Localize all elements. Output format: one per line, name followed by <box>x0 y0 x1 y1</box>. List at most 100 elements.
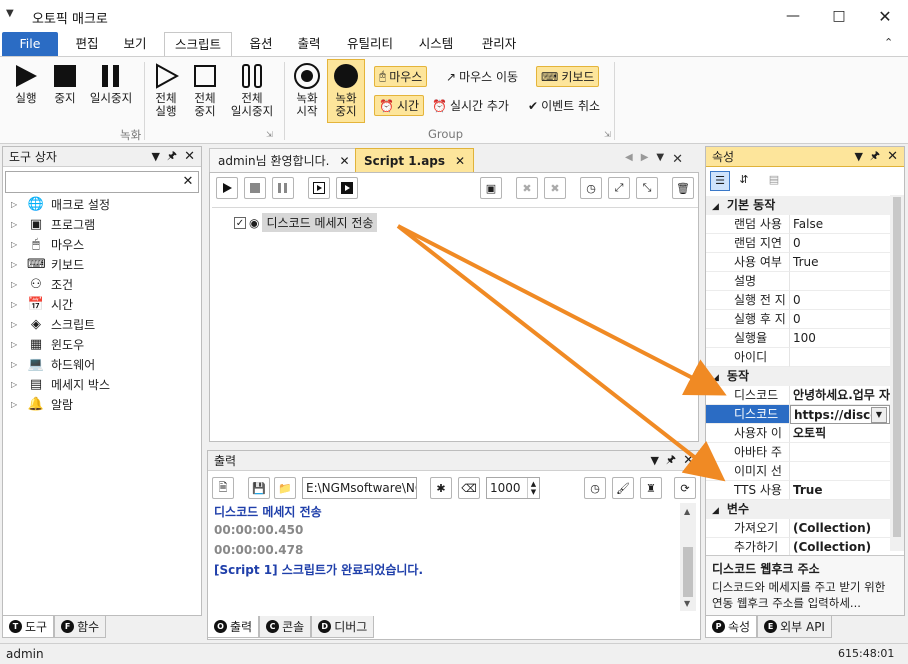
property-row[interactable]: 아바타 주 <box>706 443 890 462</box>
value-dropdown-icon[interactable]: ▼ <box>871 407 887 423</box>
event-cancel-toggle[interactable]: ✔ 이벤트 취소 <box>524 95 604 116</box>
record-stop-button[interactable]: 녹화 중지 <box>327 59 365 123</box>
menu-script[interactable]: 스크립트 <box>164 32 232 57</box>
stop-all-button[interactable]: 전체 중지 <box>188 60 222 118</box>
pause-script-button[interactable] <box>272 177 294 199</box>
close-icon[interactable]: ✕ <box>683 453 694 468</box>
brush-button[interactable]: 🖌 <box>612 477 634 499</box>
collapse-button[interactable]: ⤡ <box>636 177 658 199</box>
clear-search-icon[interactable]: ✕ <box>178 172 198 192</box>
close-icon[interactable]: ✕ <box>672 152 683 167</box>
step-over-button[interactable] <box>336 177 358 199</box>
property-row[interactable]: 실행 전 지0 <box>706 291 890 310</box>
property-row[interactable]: 가져오기 (Collection) <box>706 519 890 538</box>
scroll-left-icon[interactable]: ◀ <box>625 152 633 167</box>
pause-button[interactable]: 일시중지 <box>86 60 136 105</box>
property-row[interactable]: 사용자 이 오토픽 <box>706 424 890 443</box>
trash-button[interactable]: 🗑 <box>672 177 694 199</box>
scroll-thumb[interactable] <box>683 547 693 597</box>
refresh-button[interactable]: ⟳ <box>674 477 696 499</box>
pause-all-button[interactable]: 전체 일시중지 <box>226 60 278 118</box>
step-button[interactable] <box>308 177 330 199</box>
line-count-stepper[interactable]: 1000 ▲ ▼ <box>486 477 540 499</box>
expand-button[interactable]: ⤢ <box>608 177 630 199</box>
minimize-button[interactable]: — <box>770 0 816 32</box>
save-log-button[interactable]: 💾 <box>248 477 270 499</box>
properties-scrollbar[interactable] <box>890 195 904 551</box>
tree-item-hardware[interactable]: ▷ 💻 하드웨어 <box>11 354 95 374</box>
close-window-button[interactable]: ✕ <box>862 0 908 32</box>
tree-item-keyboard[interactable]: ▷ ⌨ 키보드 <box>11 254 84 274</box>
group-launcher-icon[interactable]: ⇲ <box>266 130 273 139</box>
clean-button[interactable]: ✱ <box>430 477 452 499</box>
fill-button[interactable]: ♜ <box>640 477 662 499</box>
property-row[interactable]: 아이디 <box>706 348 890 367</box>
tab-welcome[interactable]: admin님 환영합니다. ✕ <box>209 148 359 172</box>
property-row[interactable]: TTS 사용 True <box>706 481 890 500</box>
output-scrollbar[interactable]: ▲ ▼ <box>680 503 696 611</box>
clock-button[interactable]: ◷ <box>584 477 606 499</box>
tab-console[interactable]: C 콘솔 <box>259 616 312 638</box>
property-row[interactable]: 디스코드 안녕하세요.업무 자 <box>706 386 890 405</box>
property-row-selected[interactable]: 디스코드 https://discor <box>706 405 890 424</box>
tree-item-script[interactable]: ▷ ◈ 스크립트 <box>11 314 95 334</box>
property-pages-button[interactable]: ▤ <box>764 171 784 191</box>
menu-admin[interactable]: 관리자 <box>472 32 526 56</box>
categorized-view-button[interactable]: ☰ <box>710 171 730 191</box>
tab-external-api[interactable]: E 외부 API <box>757 616 832 638</box>
dropdown-icon[interactable]: ▼ <box>151 150 159 163</box>
property-row[interactable]: 사용 여부 True <box>706 253 890 272</box>
tab-script[interactable]: Script 1.aps ✕ <box>355 148 475 172</box>
close-icon[interactable]: ✕ <box>887 149 898 164</box>
mouse-record-toggle[interactable]: 🖰 마우스 <box>374 66 428 87</box>
delete-disabled-button[interactable]: ✖ <box>516 177 538 199</box>
mouse-move-toggle[interactable]: ↗ 마우스 이동 <box>442 66 522 87</box>
pin-icon[interactable]: 🖈 <box>870 147 880 166</box>
tree-item-window[interactable]: ▷ ▦ 윈도우 <box>11 334 84 354</box>
realtime-add-toggle[interactable]: ⏰ 실시간 추가 <box>428 95 513 116</box>
script-editor[interactable]: ▣ ✖ ✖ ◷ ⤢ ⤡ 🗑 ✓ ◉ 디스코드 메세지 전송 <box>209 172 699 442</box>
image-button[interactable]: ▣ <box>480 177 502 199</box>
group-launcher-icon[interactable]: ⇲ <box>604 130 611 139</box>
category-action[interactable]: ◢ 동작 <box>706 367 890 386</box>
node-checkbox[interactable]: ✓ <box>234 216 246 229</box>
dropdown-icon[interactable]: ▼ <box>656 152 664 167</box>
dropdown-icon[interactable]: ▼ <box>650 454 658 467</box>
scroll-up-icon[interactable]: ▲ <box>684 507 690 516</box>
tree-item-mouse[interactable]: ▷ 🖱 마우스 <box>11 234 84 254</box>
tree-item-time[interactable]: ▷ 📅 시간 <box>11 294 73 314</box>
erase-button[interactable]: ⌫ <box>458 477 480 499</box>
menu-file[interactable]: File <box>2 32 58 56</box>
menu-view[interactable]: 보기 <box>112 32 158 56</box>
time-record-toggle[interactable]: ⏰ 시간 <box>374 95 425 116</box>
log-path-input[interactable]: E:\NGMsoftware\NG <box>302 477 417 499</box>
property-row[interactable]: 실행 후 지0 <box>706 310 890 329</box>
alphabetical-view-button[interactable]: ⇵ <box>734 171 754 191</box>
tree-item-condition[interactable]: ▷ ⚇ 조건 <box>11 274 73 294</box>
delete-all-disabled-button[interactable]: ✖ <box>544 177 566 199</box>
record-start-button[interactable]: 녹화 시작 <box>290 60 324 118</box>
stop-script-button[interactable] <box>244 177 266 199</box>
run-button[interactable]: 실행 <box>8 60 44 105</box>
scroll-thumb[interactable] <box>893 197 901 537</box>
stepper-arrows-icon[interactable]: ▲ ▼ <box>527 478 539 498</box>
pin-icon[interactable]: 🖈 <box>167 147 177 166</box>
tab-tools[interactable]: T 도구 <box>2 616 55 638</box>
property-row[interactable]: 이미지 선 <box>706 462 890 481</box>
keyboard-record-toggle[interactable]: ⌨ 키보드 <box>536 66 600 87</box>
property-row[interactable]: 랜덤 지연 0 <box>706 234 890 253</box>
tree-item-alarm[interactable]: ▷ 🔔 알람 <box>11 394 73 414</box>
collapse-ribbon-icon[interactable]: ⌃ <box>884 36 893 49</box>
property-row[interactable]: 랜덤 사용 False <box>706 215 890 234</box>
scroll-down-icon[interactable]: ▼ <box>684 599 690 608</box>
script-node[interactable]: ✓ ◉ 디스코드 메세지 전송 <box>234 213 378 232</box>
pin-icon[interactable]: 🖈 <box>666 451 676 470</box>
category-basic[interactable]: ◢ 기본 동작 <box>706 196 890 215</box>
property-row[interactable]: 실행율 100 <box>706 329 890 348</box>
stop-button[interactable]: 중지 <box>48 60 82 105</box>
open-folder-button[interactable]: 📁 <box>274 477 296 499</box>
category-vars[interactable]: ◢ 변수 <box>706 500 890 519</box>
menu-utility[interactable]: 유틸리티 <box>338 32 402 56</box>
system-menu-icon[interactable]: ▼ <box>6 8 14 19</box>
close-icon[interactable]: ✕ <box>184 149 195 164</box>
